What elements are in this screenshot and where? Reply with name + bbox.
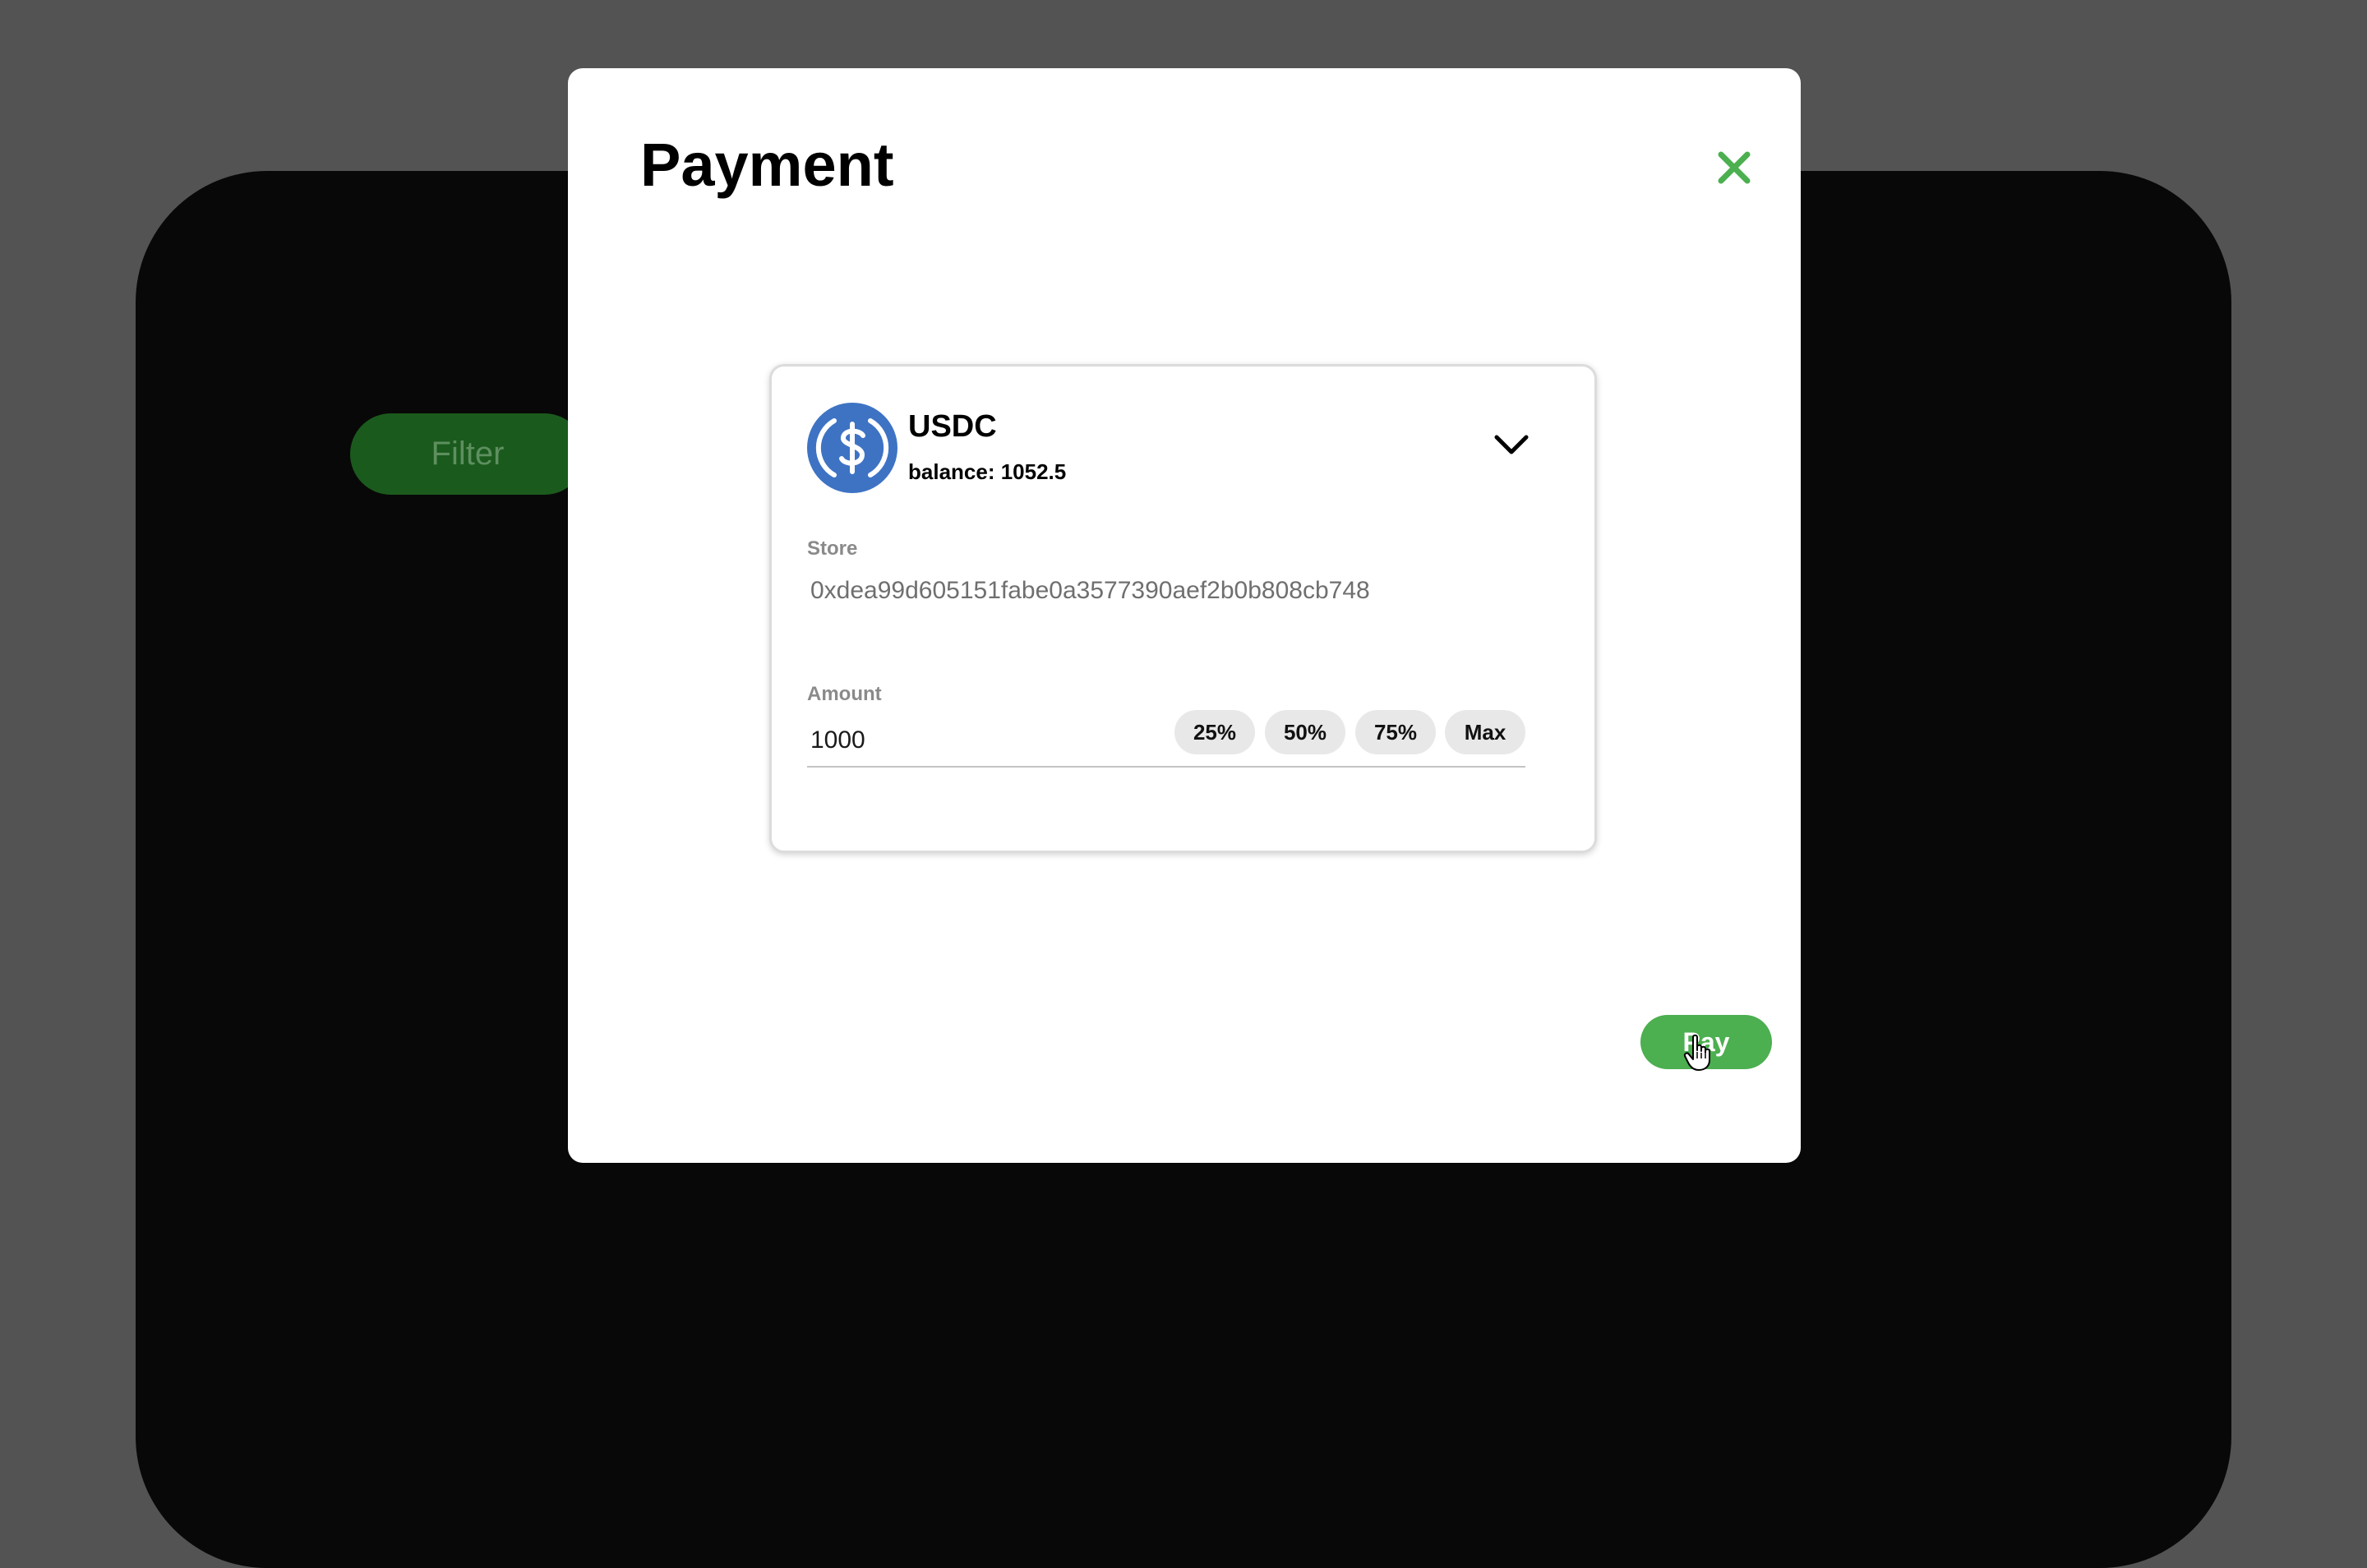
usdc-logo-icon [807,403,897,493]
token-name: USDC [908,409,997,444]
modal-title: Payment [640,131,894,199]
filter-button[interactable]: Filter [350,413,585,495]
close-icon[interactable] [1713,146,1756,189]
hand-cursor-icon [1683,1034,1713,1072]
preset-75-button[interactable]: 75% [1355,710,1436,754]
store-label: Store [807,537,858,560]
token-balance: balance: 1052.5 [908,459,1067,484]
amount-field: 25% 50% 75% Max [807,710,1525,768]
preset-max-button[interactable]: Max [1445,710,1525,754]
payment-card: USDC balance: 1052.5 Store 0xdea99d60515… [769,364,1597,853]
chevron-down-icon[interactable] [1492,431,1531,460]
store-address-field[interactable]: 0xdea99d605151fabe0a3577390aef2b0b808cb7… [810,577,1550,605]
amount-label: Amount [807,683,882,705]
amount-input[interactable] [810,720,1139,761]
payment-modal: Payment USDC balance: 1052.5 Store 0xdea… [568,68,1801,1163]
preset-50-button[interactable]: 50% [1265,710,1345,754]
preset-25-button[interactable]: 25% [1174,710,1255,754]
